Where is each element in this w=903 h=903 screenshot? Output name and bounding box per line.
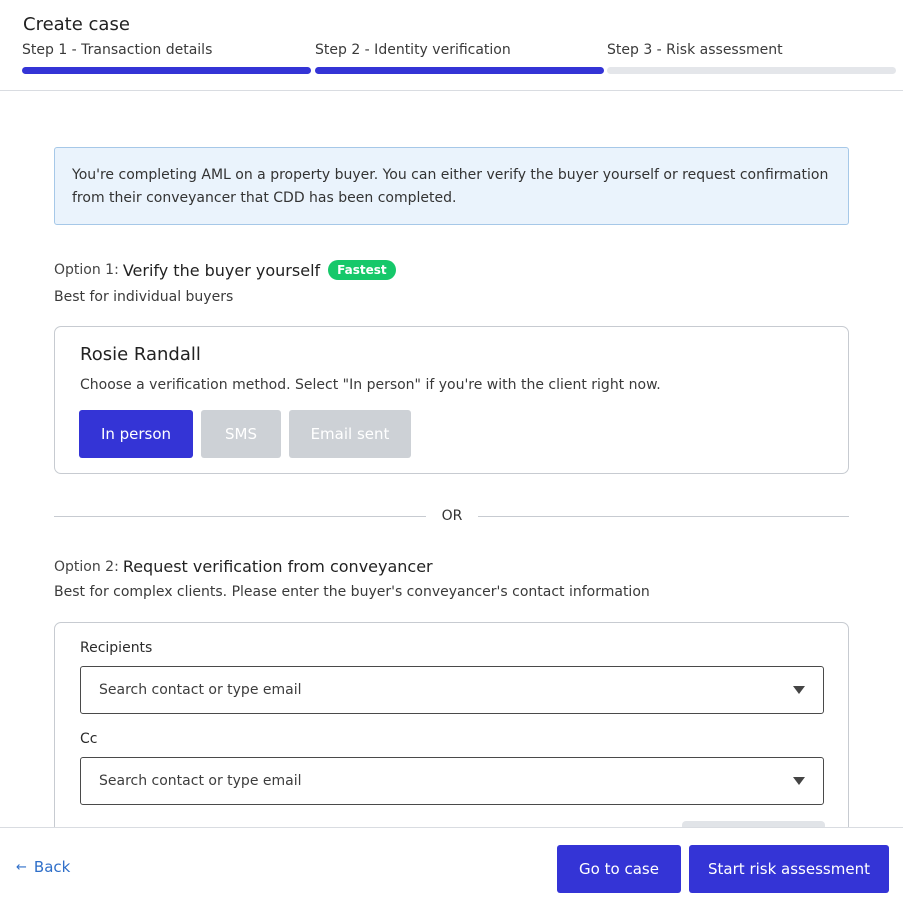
page-header: Create case Step 1 - Transaction details… xyxy=(0,0,903,91)
chevron-down-icon[interactable] xyxy=(793,686,805,694)
option2-heading: Option 2: Request verification from conv… xyxy=(54,557,433,576)
start-risk-assessment-button[interactable]: Start risk assessment xyxy=(689,845,889,893)
back-label: Back xyxy=(33,858,71,876)
divider-line xyxy=(54,516,426,517)
step-progress-bar xyxy=(22,67,311,74)
verify-yourself-card: Rosie Randall Choose a verification meth… xyxy=(54,326,849,474)
recipients-label: Recipients xyxy=(80,640,153,656)
step-label: Step 2 - Identity verification xyxy=(315,42,511,58)
main-content[interactable]: You're completing AML on a property buye… xyxy=(54,92,849,827)
client-name: Rosie Randall xyxy=(80,344,201,365)
verification-method-hint: Choose a verification method. Select "In… xyxy=(80,377,661,393)
conveyancer-request-card: Recipients Cc xyxy=(54,622,849,827)
cc-select[interactable] xyxy=(80,757,824,805)
option2-subtitle: Best for complex clients. Please enter t… xyxy=(54,584,650,600)
footer-bar: ← Back Go to case Start risk assessment xyxy=(0,827,903,903)
option2-prefix: Option 2: xyxy=(54,558,119,575)
recipients-input[interactable] xyxy=(99,680,749,700)
cc-label: Cc xyxy=(80,731,98,747)
step-transaction-details: Step 1 - Transaction details xyxy=(22,42,311,74)
back-link[interactable]: ← Back xyxy=(16,858,70,876)
step-risk-assessment: Step 3 - Risk assessment xyxy=(607,42,896,74)
arrow-left-icon: ← xyxy=(16,859,27,875)
page-title: Create case xyxy=(23,14,130,35)
option1-subtitle: Best for individual buyers xyxy=(54,289,234,305)
or-text: OR xyxy=(441,508,463,524)
stepper: Step 1 - Transaction details Step 2 - Id… xyxy=(22,42,896,74)
step-progress-bar xyxy=(315,67,604,74)
info-banner: You're completing AML on a property buye… xyxy=(54,147,849,225)
step-progress-bar xyxy=(607,67,896,74)
chevron-down-icon[interactable] xyxy=(793,777,805,785)
option1-prefix: Option 1: xyxy=(54,262,119,278)
step-label: Step 3 - Risk assessment xyxy=(607,42,783,58)
or-divider: OR xyxy=(54,506,849,526)
option2-title: Request verification from conveyancer xyxy=(122,557,433,576)
step-label: Step 1 - Transaction details xyxy=(22,42,213,58)
fastest-badge: Fastest xyxy=(328,260,396,280)
option1-title: Verify the buyer yourself xyxy=(122,260,321,280)
step-identity-verification: Step 2 - Identity verification xyxy=(315,42,604,74)
in-person-button[interactable]: In person xyxy=(79,410,193,458)
sms-button[interactable]: SMS xyxy=(201,410,281,458)
option1-heading: Option 1: Verify the buyer yourself Fast… xyxy=(54,260,396,280)
go-to-case-button[interactable]: Go to case xyxy=(557,845,681,893)
email-sent-button[interactable]: Email sent xyxy=(289,410,411,458)
cc-input[interactable] xyxy=(99,771,749,791)
recipients-select[interactable] xyxy=(80,666,824,714)
divider-line xyxy=(478,516,849,517)
